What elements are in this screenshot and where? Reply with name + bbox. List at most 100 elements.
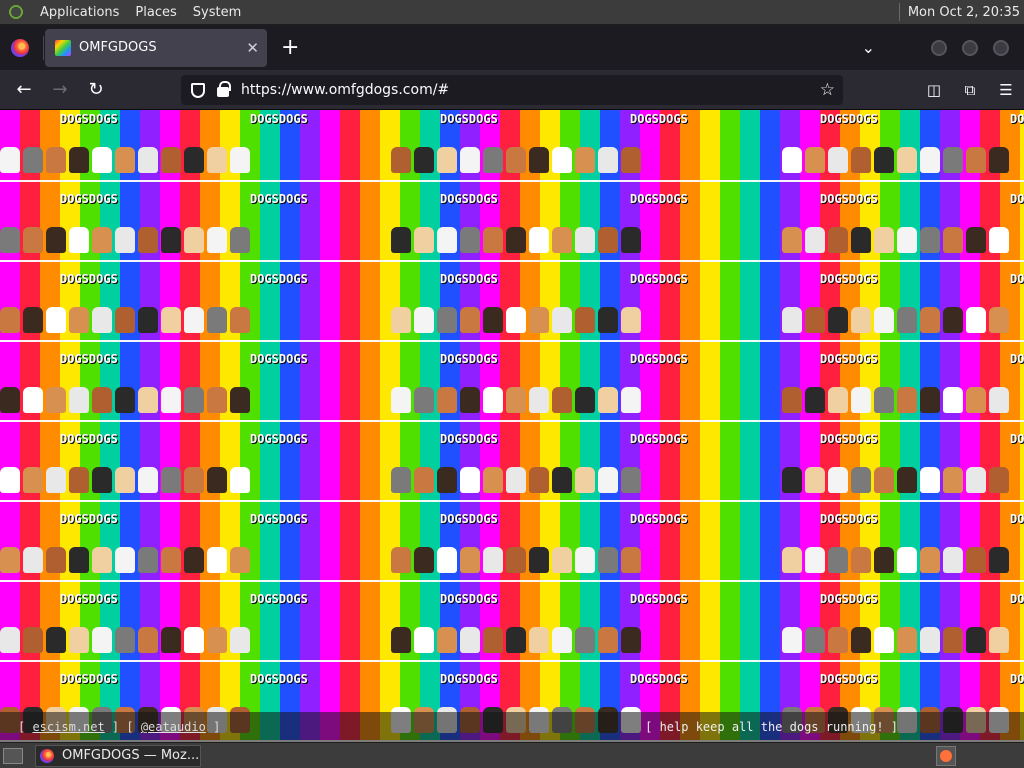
running-dog-sprite (368, 627, 388, 653)
running-dog-sprite (299, 147, 319, 173)
running-dog-sprite (23, 387, 43, 413)
running-dog-sprite (483, 227, 503, 253)
reload-icon[interactable]: ↻ (84, 79, 108, 100)
running-dog-sprite (391, 547, 411, 573)
dogs-word: DOGSDOGS (250, 112, 308, 126)
new-tab-icon[interactable]: + (281, 35, 299, 60)
running-dog-sprite (874, 547, 894, 573)
dogs-word: DOGSDOGS (250, 352, 308, 366)
running-dog-sprite (230, 307, 250, 333)
running-dog-sprite (138, 467, 158, 493)
running-dog-sprite (759, 627, 779, 653)
running-dog-sprite (828, 387, 848, 413)
dogs-word: DOGSDOGS (820, 592, 878, 606)
running-dog-sprite (989, 547, 1009, 573)
running-dog-sprite (69, 227, 89, 253)
running-dog-sprite (207, 227, 227, 253)
dogs-word: DOGSDOGS (440, 352, 498, 366)
running-dog-sprite (552, 547, 572, 573)
maximize-window-icon[interactable] (962, 39, 978, 56)
dog-row (0, 520, 1024, 600)
show-desktop-icon[interactable] (3, 747, 23, 764)
running-dog-sprite (897, 547, 917, 573)
close-tab-icon[interactable]: ✕ (246, 39, 259, 57)
url-text[interactable]: https://www.omfgdogs.com/# (241, 82, 449, 98)
hamburger-menu-icon[interactable]: ☰ (988, 81, 1024, 99)
running-dog-sprite (644, 547, 664, 573)
tracking-protection-shield-icon[interactable] (191, 82, 205, 98)
running-dog-sprite (414, 467, 434, 493)
list-all-tabs-chevron-icon[interactable]: ⌄ (862, 38, 875, 57)
running-dog-sprite (782, 147, 802, 173)
running-dog-sprite (345, 387, 365, 413)
running-dog-sprite (322, 627, 342, 653)
menu-places[interactable]: Places (127, 0, 184, 25)
distro-logo-icon[interactable] (6, 2, 26, 22)
running-dog-sprite (483, 307, 503, 333)
running-dog-sprite (759, 147, 779, 173)
running-dog-sprite (92, 627, 112, 653)
dogs-word: DOGSDOGS (60, 192, 118, 206)
running-dog-sprite (713, 627, 733, 653)
running-dog-sprite (598, 387, 618, 413)
bookmark-star-icon[interactable]: ☆ (820, 80, 835, 100)
running-dog-sprite (736, 547, 756, 573)
dogs-word: DOGSDOGS (60, 512, 118, 526)
running-dog-sprite (575, 467, 595, 493)
forward-arrow-icon[interactable]: → (48, 79, 72, 100)
running-dog-sprite (575, 387, 595, 413)
running-dog-sprite (782, 387, 802, 413)
running-dog-sprite (184, 387, 204, 413)
dogs-word: DOGSDOGS (820, 512, 878, 526)
running-dog-sprite (621, 547, 641, 573)
running-dog-sprite (483, 627, 503, 653)
running-dog-sprite (621, 227, 641, 253)
running-dog-sprite (805, 387, 825, 413)
dogs-word: DOGSDOGS (250, 512, 308, 526)
running-dog-sprite (575, 627, 595, 653)
running-dog-sprite (966, 467, 986, 493)
running-dog-sprite (966, 147, 986, 173)
dogs-word: DOGSDOGS (440, 272, 498, 286)
extensions-puzzle-icon[interactable]: ⧉ (952, 81, 988, 99)
close-window-icon[interactable] (993, 39, 1009, 56)
omfgdogs-page-content[interactable]: DOGSDOGS DOGSDOGS DOGSDOGS DOGSDOGS DOGSDOGS… (0, 110, 1024, 742)
running-dog-sprite (460, 627, 480, 653)
running-dog-sprite (897, 307, 917, 333)
running-dog-sprite (115, 307, 135, 333)
running-dog-sprite (920, 627, 940, 653)
back-arrow-icon[interactable]: ← (12, 79, 36, 100)
taskbar-firefox-window[interactable]: OMFGDOGS — Moz... (35, 744, 201, 767)
running-dog-sprite (828, 627, 848, 653)
link-eataudio[interactable]: @eataudio (141, 720, 206, 734)
running-dog-sprite (69, 627, 89, 653)
running-dog-sprite (598, 467, 618, 493)
firefox-view-icon[interactable] (11, 38, 29, 57)
tab-omfgdogs[interactable]: OMFGDOGS ✕ (45, 28, 267, 67)
running-dog-sprite (966, 307, 986, 333)
running-dog-sprite (943, 387, 963, 413)
dogs-word: DOGSDOGS (820, 112, 878, 126)
running-dog-sprite (621, 627, 641, 653)
running-dog-sprite (391, 307, 411, 333)
dogs-word: DOGSDOGS (440, 112, 498, 126)
running-dog-sprite (115, 227, 135, 253)
url-bar[interactable]: https://www.omfgdogs.com/# ☆ (181, 75, 843, 105)
running-dog-sprite (299, 467, 319, 493)
running-dog-sprite (46, 147, 66, 173)
menu-system[interactable]: System (185, 0, 249, 25)
link-escism[interactable]: escism.net (32, 720, 104, 734)
running-dog-sprite (414, 147, 434, 173)
lock-icon[interactable] (217, 81, 231, 97)
workspace-switcher[interactable] (936, 745, 956, 766)
running-dog-sprite (207, 307, 227, 333)
pocket-icon[interactable]: ◫ (916, 81, 952, 99)
running-dog-sprite (368, 147, 388, 173)
minimize-window-icon[interactable] (931, 39, 947, 56)
running-dog-sprite (184, 307, 204, 333)
running-dog-sprite (345, 307, 365, 333)
dogs-word: DOGSDOGS (630, 512, 688, 526)
running-dog-sprite (897, 627, 917, 653)
panel-clock[interactable]: Mon Oct 2, 20:35 (908, 5, 1024, 20)
menu-applications[interactable]: Applications (32, 0, 127, 25)
